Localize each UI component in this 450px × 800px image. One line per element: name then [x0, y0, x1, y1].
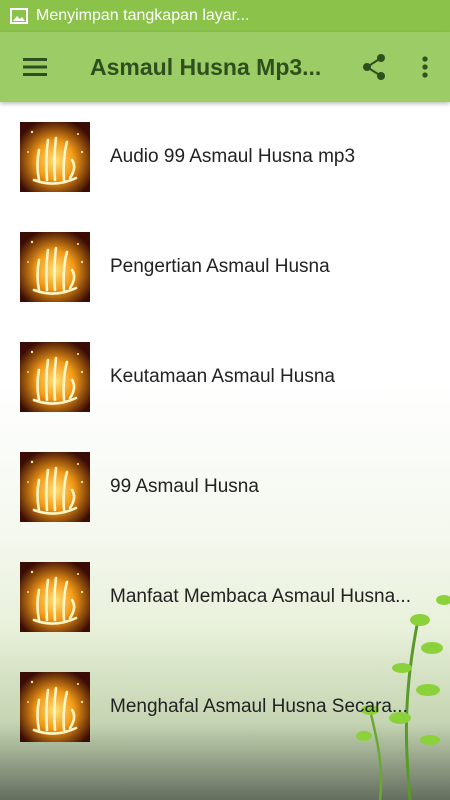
list-item[interactable]: Keutamaan Asmaul Husna [0, 322, 450, 432]
list-item[interactable]: Pengertian Asmaul Husna [0, 212, 450, 322]
list-item-label: Manfaat Membaca Asmaul Husna... [110, 586, 411, 607]
list-item[interactable]: Audio 99 Asmaul Husna mp3 [0, 102, 450, 212]
list-item-label: Keutamaan Asmaul Husna [110, 366, 335, 387]
list-item-label: Menghafal Asmaul Husna Secara... [110, 696, 408, 717]
allah-calligraphy-icon [20, 122, 90, 192]
image-icon [10, 8, 28, 24]
allah-calligraphy-icon [20, 562, 90, 632]
share-icon [363, 54, 385, 80]
app-bar: Asmaul Husna Mp3... [0, 32, 450, 102]
list-item[interactable]: 99 Asmaul Husna [0, 432, 450, 542]
more-options-button[interactable] [400, 32, 450, 102]
more-vertical-icon [422, 56, 428, 78]
content-list-area: Audio 99 Asmaul Husna mp3 Pengertian Asm… [0, 102, 450, 800]
list-item-label: Pengertian Asmaul Husna [110, 256, 330, 277]
list-item-label: 99 Asmaul Husna [110, 476, 259, 497]
share-button[interactable] [348, 32, 400, 102]
list-item-label: Audio 99 Asmaul Husna mp3 [110, 146, 356, 167]
status-notification-text: Menyimpan tangkapan layar... [36, 7, 250, 24]
allah-calligraphy-icon [20, 672, 90, 742]
list-item[interactable]: Manfaat Membaca Asmaul Husna... [0, 542, 450, 652]
status-bar: Menyimpan tangkapan layar... [0, 0, 450, 32]
menu-button[interactable] [0, 32, 70, 102]
hamburger-menu-icon [23, 58, 47, 76]
list-item[interactable]: Menghafal Asmaul Husna Secara... [0, 652, 450, 762]
allah-calligraphy-icon [20, 452, 90, 522]
allah-calligraphy-icon [20, 342, 90, 412]
page-title: Asmaul Husna Mp3... [90, 53, 322, 80]
allah-calligraphy-icon [20, 232, 90, 302]
